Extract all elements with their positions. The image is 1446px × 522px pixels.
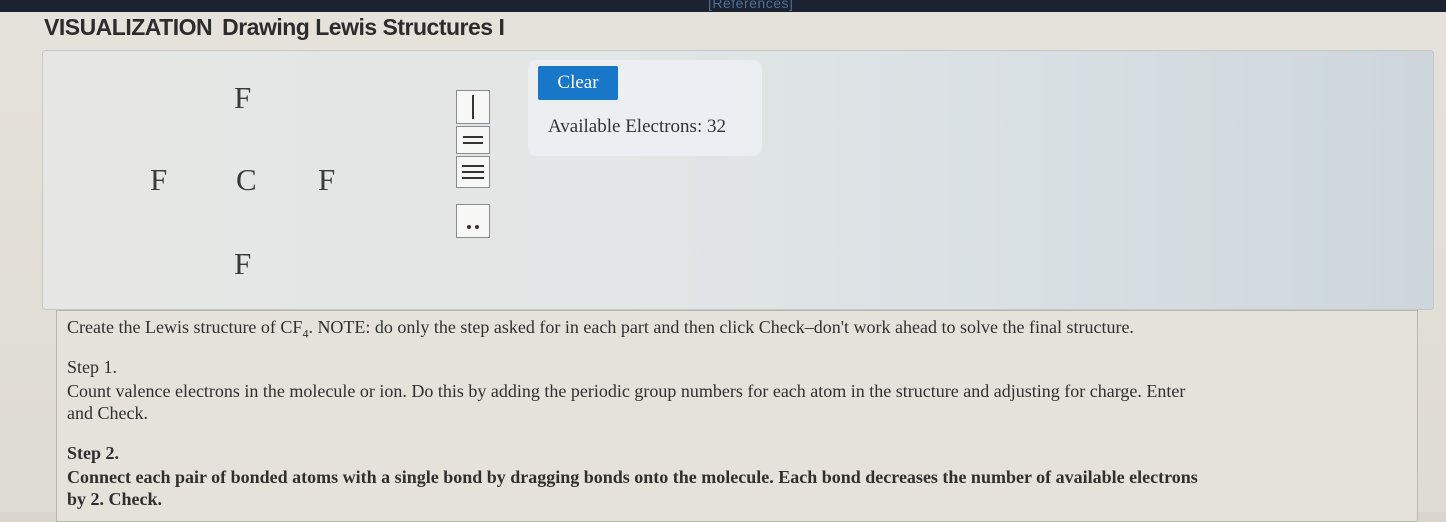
- atom-f-left[interactable]: F: [150, 164, 167, 195]
- atom-f-right[interactable]: F: [318, 164, 335, 195]
- title-prefix: VISUALIZATION: [44, 14, 213, 40]
- top-bar: [References]: [0, 0, 1446, 12]
- step1-text-1: Count valence electrons in the molecule …: [67, 381, 1186, 401]
- atom-c-center[interactable]: C: [236, 164, 257, 195]
- step2-text-2: by 2. Check.: [67, 489, 163, 509]
- references-link[interactable]: [References]: [708, 0, 793, 11]
- page-title: VISUALIZATION Drawing Lewis Structures I: [44, 14, 505, 41]
- intro-text: Create the Lewis structure of CF4. NOTE:…: [67, 317, 1134, 341]
- triple-bond-icon[interactable]: [456, 156, 490, 188]
- double-bond-icon[interactable]: [456, 126, 490, 154]
- step2-title: Step 2.: [67, 443, 120, 463]
- lone-pair-icon[interactable]: [456, 204, 490, 238]
- clear-button[interactable]: Clear: [538, 66, 618, 100]
- step2-text-1: Connect each pair of bonded atoms with a…: [67, 467, 1198, 487]
- atom-f-bottom[interactable]: F: [234, 248, 251, 279]
- instructions-box: Create the Lewis structure of CF4. NOTE:…: [56, 310, 1418, 522]
- step1-text-2: and Check.: [67, 403, 148, 423]
- available-electrons: Available Electrons: 32: [548, 116, 726, 137]
- title-text: Drawing Lewis Structures I: [222, 14, 505, 40]
- single-bond-icon[interactable]: [456, 90, 490, 124]
- step1-title: Step 1.: [67, 357, 118, 377]
- atom-f-top[interactable]: F: [234, 82, 251, 113]
